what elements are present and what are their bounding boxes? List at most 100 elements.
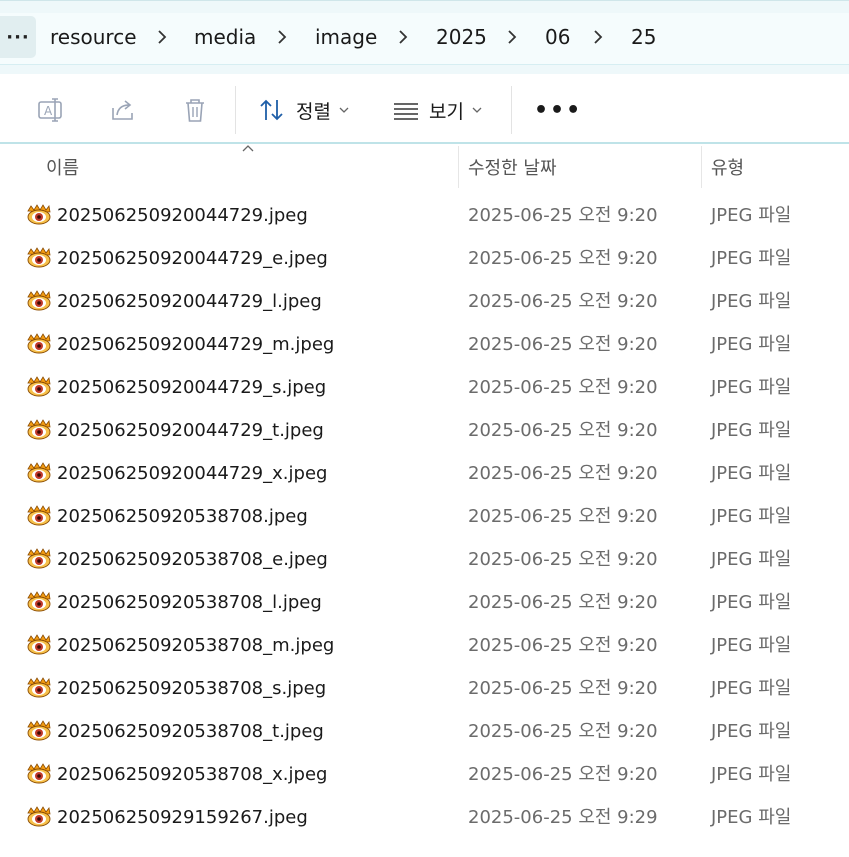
file-type: JPEG 파일 [711, 377, 792, 398]
breadcrumb-item-2025[interactable]: 2025 [436, 25, 487, 49]
share-icon [112, 100, 133, 120]
file-row[interactable]: 20250625092004472​9.jpeg 2025-06-25 오전 9:… [0, 195, 849, 238]
chevron-right-icon[interactable] [154, 27, 170, 47]
file-name[interactable]: 202506250920538708_x.jpeg [57, 764, 327, 786]
file-modified-date: 2025-06-25 오전 9:20 [468, 205, 658, 226]
file-name[interactable]: 202506250920044729_t.jpeg [57, 420, 324, 442]
xnview-image-file-icon [27, 806, 51, 827]
xnview-image-file-icon [27, 634, 51, 655]
file-name[interactable]: 202506250920538708_e.jpeg [57, 549, 328, 571]
file-name[interactable]: 202506250920538708_t.jpeg [57, 721, 324, 743]
file-name[interactable]: 202506250920044729_s.jpeg [57, 377, 326, 399]
file-type: JPEG 파일 [711, 678, 792, 699]
column-divider[interactable] [701, 146, 702, 188]
file-row[interactable]: 202506250920044729_m.jpeg 2025-06-25 오전 9… [0, 324, 849, 367]
chevron-right-icon[interactable] [504, 27, 520, 47]
toolbar-separator [511, 86, 512, 134]
file-row[interactable]: 202506250920538708_s.jpeg 2025-06-25 오전 9… [0, 668, 849, 711]
chevron-down-icon [339, 107, 349, 113]
file-row[interactable]: 202506250920044729_s.jpeg 2025-06-25 오전 9… [0, 367, 849, 410]
file-row[interactable]: 202506250920538708_e.jpeg 2025-06-25 오전 9… [0, 539, 849, 582]
column-header-name[interactable]: 이름 [46, 154, 79, 180]
xnview-image-file-icon [27, 462, 51, 483]
file-name[interactable]: 202506250920044729_e.jpeg [57, 248, 328, 270]
file-modified-date: 2025-06-25 오전 9:20 [468, 678, 658, 699]
file-type: JPEG 파일 [711, 334, 792, 355]
file-row[interactable]: 202506250920044729_t.jpeg 2025-06-25 오전 9… [0, 410, 849, 453]
list-view-icon [394, 103, 418, 120]
file-type: JPEG 파일 [711, 635, 792, 656]
breadcrumb-item-image[interactable]: image [315, 25, 377, 49]
share-button[interactable] [108, 92, 138, 128]
file-type: JPEG 파일 [711, 420, 792, 441]
file-type: JPEG 파일 [711, 291, 792, 312]
address-bar: ··· resource media image 2025 06 25 [0, 0, 849, 74]
file-name[interactable]: 20250625092004472​9.jpeg [57, 205, 308, 227]
breadcrumb-item-06[interactable]: 06 [545, 25, 570, 49]
file-type: JPEG 파일 [711, 506, 792, 527]
file-name[interactable]: 202506250920538708_s.jpeg [57, 678, 326, 700]
file-modified-date: 2025-06-25 오전 9:20 [468, 334, 658, 355]
chevron-right-icon[interactable] [590, 27, 606, 47]
breadcrumb-item-resource[interactable]: resource [50, 25, 137, 49]
column-divider[interactable] [458, 146, 459, 188]
delete-button[interactable] [180, 92, 210, 128]
file-name[interactable]: 202506250920538708_m.jpeg [57, 635, 334, 657]
column-header-type[interactable]: 유형 [711, 154, 744, 180]
file-name[interactable]: 202506250920538708_l.jpeg [57, 592, 322, 614]
more-options-button[interactable]: ••• [534, 92, 582, 128]
file-row[interactable]: 202506250920044729_e.jpeg 2025-06-25 오전 9… [0, 238, 849, 281]
rename-icon: A [38, 98, 62, 122]
sort-label: 정렬 [296, 100, 331, 123]
xnview-image-file-icon [27, 591, 51, 612]
file-type: JPEG 파일 [711, 248, 792, 269]
view-label: 보기 [429, 100, 464, 123]
file-type: JPEG 파일 [711, 764, 792, 785]
file-name[interactable]: 202506250920044729_x.jpeg [57, 463, 327, 485]
file-row[interactable]: 202506250920538708_m.jpeg 2025-06-25 오전 9… [0, 625, 849, 668]
xnview-image-file-icon [27, 419, 51, 440]
view-button[interactable]: 보기 [393, 92, 482, 128]
column-header: 이름 수정한 날짜 유형 [0, 144, 849, 190]
xnview-image-file-icon [27, 333, 51, 354]
file-row[interactable]: 202506250929159267.jpeg 2025-06-25 오전 9:2… [0, 797, 849, 840]
xnview-image-file-icon [27, 548, 51, 569]
column-header-date[interactable]: 수정한 날짜 [468, 154, 557, 180]
chevron-right-icon[interactable] [274, 27, 290, 47]
xnview-image-file-icon [27, 376, 51, 397]
breadcrumb[interactable]: ··· resource media image 2025 06 25 [0, 13, 849, 65]
breadcrumb-item-media[interactable]: media [194, 25, 256, 49]
xnview-image-file-icon [27, 763, 51, 784]
breadcrumb-overflow-button[interactable]: ··· [0, 16, 36, 58]
svg-text:A: A [44, 104, 53, 118]
file-modified-date: 2025-06-25 오전 9:20 [468, 635, 658, 656]
file-type: JPEG 파일 [711, 807, 792, 828]
file-row[interactable]: 202506250920538708_t.jpeg 2025-06-25 오전 9… [0, 711, 849, 754]
file-row[interactable]: 202506250920538708_x.jpeg 2025-06-25 오전 9… [0, 754, 849, 797]
chevron-down-icon [472, 107, 482, 113]
chevron-right-icon[interactable] [395, 27, 411, 47]
file-modified-date: 2025-06-25 오전 9:20 [468, 549, 658, 570]
sort-arrows-icon [260, 99, 283, 121]
file-row[interactable]: 202506250920538708.jpeg 2025-06-25 오전 9:2… [0, 496, 849, 539]
toolbar-separator [235, 86, 236, 134]
xnview-image-file-icon [27, 505, 51, 526]
file-row[interactable]: 202506250920538708_l.jpeg 2025-06-25 오전 9… [0, 582, 849, 625]
xnview-image-file-icon [27, 720, 51, 741]
file-modified-date: 2025-06-25 오전 9:20 [468, 291, 658, 312]
file-modified-date: 2025-06-25 오전 9:20 [468, 248, 658, 269]
file-row[interactable]: 202506250920044729_l.jpeg 2025-06-25 오전 9… [0, 281, 849, 324]
file-modified-date: 2025-06-25 오전 9:20 [468, 420, 658, 441]
file-name[interactable]: 202506250929159267.jpeg [57, 807, 308, 829]
breadcrumb-item-25[interactable]: 25 [631, 25, 656, 49]
file-name[interactable]: 202506250920538708.jpeg [57, 506, 308, 528]
file-name[interactable]: 202506250920044729_l.jpeg [57, 291, 322, 313]
rename-button[interactable]: A [36, 92, 66, 128]
xnview-image-file-icon [27, 247, 51, 268]
file-modified-date: 2025-06-25 오전 9:20 [468, 721, 658, 742]
xnview-image-file-icon [27, 204, 51, 225]
file-row[interactable]: 202506250920044729_x.jpeg 2025-06-25 오전 9… [0, 453, 849, 496]
file-name[interactable]: 202506250920044729_m.jpeg [57, 334, 334, 356]
sort-button[interactable]: 정렬 [258, 92, 349, 128]
sort-ascending-icon [242, 145, 254, 152]
